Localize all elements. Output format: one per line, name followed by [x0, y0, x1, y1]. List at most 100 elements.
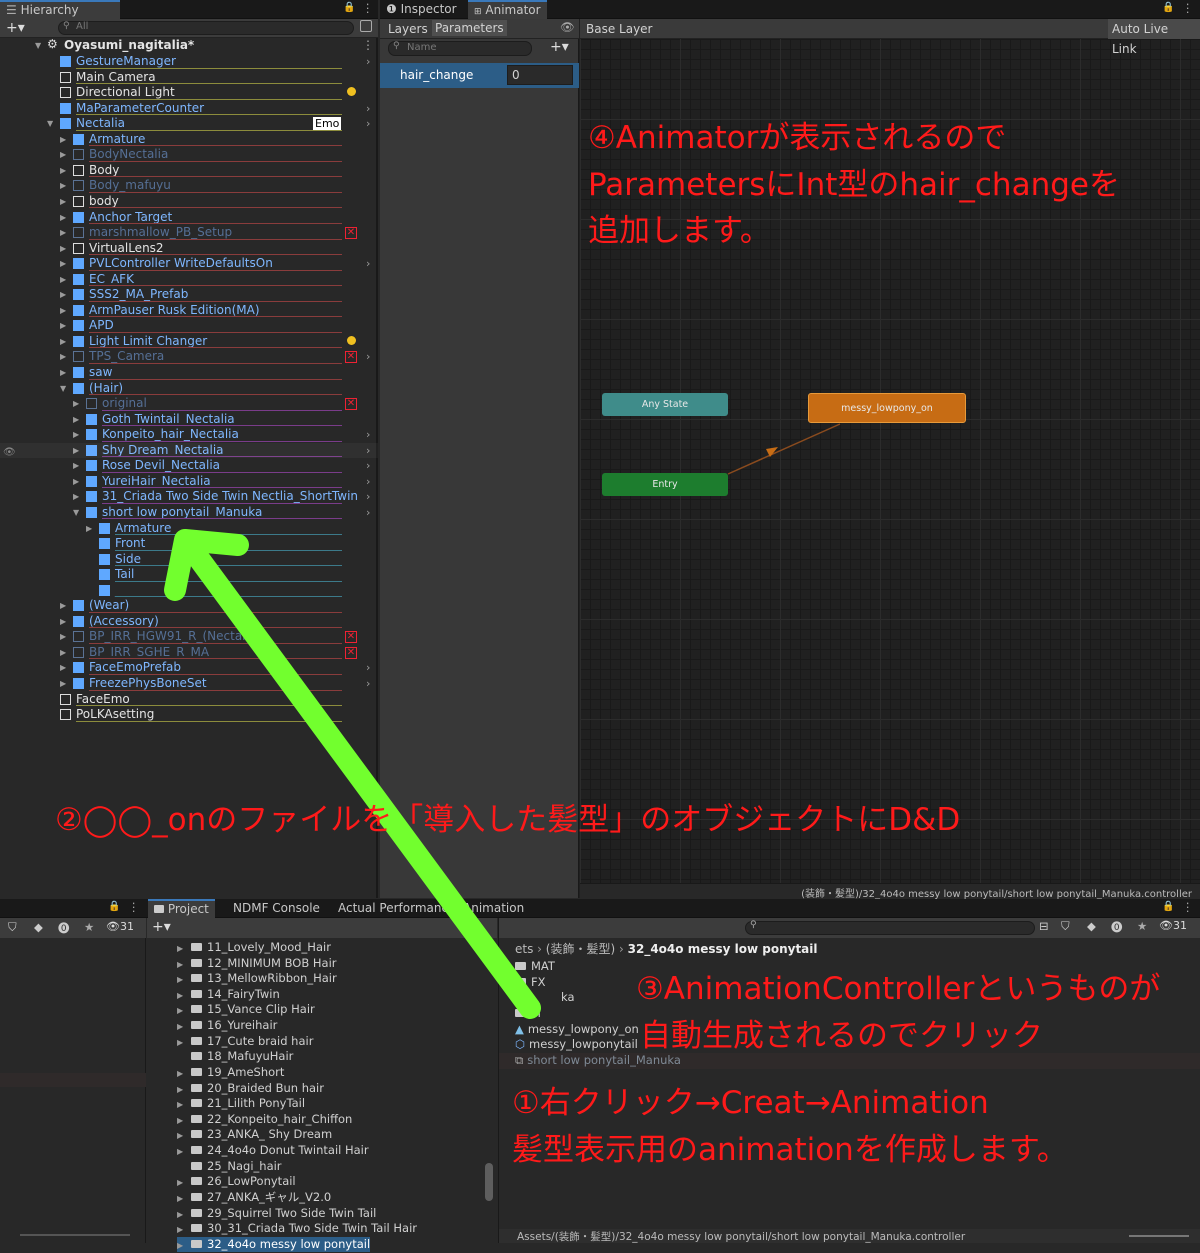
tab-hierarchy[interactable]: ☰ Hierarchy [0, 0, 120, 19]
lock-icon[interactable]: 🔒 [108, 901, 120, 912]
chevron-right-icon[interactable]: › [366, 676, 370, 692]
expand-toggle-icon[interactable]: ▶ [60, 676, 66, 692]
expand-toggle-icon[interactable]: ▶ [73, 396, 79, 412]
expand-toggle-icon[interactable]: ▶ [60, 645, 66, 661]
hierarchy-item[interactable]: ▶ saw [0, 365, 378, 381]
expand-toggle-icon[interactable]: ▶ [177, 1128, 191, 1144]
hierarchy-item[interactable]: ▶ VirtualLens2 [0, 241, 378, 257]
expand-toggle-icon[interactable]: ▼ [73, 505, 79, 521]
tab-layers[interactable]: Layers [388, 22, 428, 36]
expand-toggle-icon[interactable]: ▶ [177, 1097, 191, 1113]
hierarchy-search-input[interactable]: ⚲ All [58, 21, 354, 35]
folder-item[interactable]: ▶ 21_Lilith PonyTail [177, 1096, 305, 1112]
hierarchy-item[interactable]: ▶ Anchor Target [0, 210, 378, 226]
tab-inspector[interactable]: ❶ Inspector [380, 0, 463, 19]
warning-icon[interactable]: ⓿ [1111, 919, 1123, 935]
lock-icon[interactable]: 🔒 [1162, 2, 1174, 13]
hierarchy-item[interactable]: ▼ short low ponytail_Manuka › [0, 505, 378, 521]
hierarchy-item[interactable]: ▶ Body [0, 163, 378, 179]
expand-toggle-icon[interactable]: ▶ [60, 318, 66, 334]
expand-toggle-icon[interactable]: ▶ [60, 272, 66, 288]
hierarchy-item[interactable]: ▶ BP_IRR_HGW91_R_(NectaliaM ✕ [0, 629, 378, 645]
folder-item[interactable]: ▶ 11_Lovely_Mood_Hair [177, 940, 331, 956]
expand-toggle-icon[interactable]: ▶ [60, 614, 66, 630]
folder-item[interactable]: ▶ 32_4o4o messy low ponytail [177, 1236, 371, 1253]
parameter-row[interactable]: hair_change 0 [380, 63, 579, 88]
filter-icon[interactable]: ⛉ [1061, 919, 1070, 934]
expand-toggle-icon[interactable]: ▶ [60, 303, 66, 319]
hierarchy-item[interactable]: ▶ YureiHair_Nectalia › [0, 474, 378, 490]
expand-toggle-icon[interactable]: ▶ [60, 147, 66, 163]
expand-toggle-icon[interactable]: ▶ [177, 988, 191, 1004]
expand-toggle-icon[interactable]: ▶ [60, 210, 66, 226]
expand-toggle-icon[interactable]: ▶ [177, 1238, 191, 1253]
asset-item[interactable]: ka [515, 990, 575, 1006]
hierarchy-item[interactable]: ▶ ArmPauser Rusk Edition(MA) [0, 303, 378, 319]
folder-item[interactable]: ▶ 24_4o4o Donut Twintail Hair [177, 1143, 369, 1159]
expand-toggle-icon[interactable]: ▶ [60, 660, 66, 676]
expand-toggle-icon[interactable]: ▶ [177, 1191, 191, 1207]
expand-toggle-icon[interactable]: ▶ [60, 598, 66, 614]
expand-toggle-icon[interactable]: ▶ [177, 1113, 191, 1129]
chevron-right-icon[interactable]: › [366, 349, 370, 365]
folder-item[interactable]: 25_Nagi_hair [177, 1159, 282, 1175]
hidden-count[interactable]: 👁31 [1159, 919, 1187, 932]
hierarchy-item[interactable]: ▶ Body_mafuyu [0, 178, 378, 194]
hierarchy-item[interactable]: ▼ Nectalia Emo › [0, 116, 378, 132]
star-icon[interactable]: ★ [1137, 919, 1147, 933]
hierarchy-item[interactable]: ▶ BodyNectalia [0, 147, 378, 163]
hierarchy-item[interactable]: ▶ Goth Twintail_Nectalia [0, 412, 378, 428]
expand-toggle-icon[interactable]: ▶ [177, 1207, 191, 1223]
hierarchy-item[interactable]: ▶ original ✕ [0, 396, 378, 412]
expand-toggle-icon[interactable]: ▶ [177, 941, 191, 957]
expand-toggle-icon[interactable]: ▶ [60, 365, 66, 381]
expand-toggle-icon[interactable]: ▶ [60, 225, 66, 241]
folder-item[interactable]: ▶ 22_Konpeito_hair_Chiffon [177, 1112, 352, 1128]
search-type-icon[interactable]: ⊟ [1039, 919, 1049, 933]
asset-item[interactable]: ▲ messy_lowpony_on [515, 1022, 639, 1038]
expand-toggle-icon[interactable]: ▶ [177, 1035, 191, 1051]
folder-item[interactable]: ▶ 12_MINIMUM BOB Hair [177, 956, 337, 972]
expand-toggle-icon[interactable]: ▶ [60, 287, 66, 303]
expand-toggle-icon[interactable]: ▶ [177, 1144, 191, 1160]
asset-item[interactable]: MAT [515, 959, 555, 975]
kebab-menu-icon[interactable]: ⋮ [1182, 900, 1194, 914]
chevron-right-icon[interactable]: › [366, 660, 370, 676]
tab-project[interactable]: Project [148, 899, 215, 918]
chevron-right-icon[interactable]: › [366, 256, 370, 272]
hierarchy-item[interactable]: Side [0, 552, 378, 568]
chevron-right-icon[interactable]: › [366, 427, 370, 443]
hierarchy-item[interactable]: ▶ BP_IRR_SGHE_R_MA ✕ [0, 645, 378, 661]
folder-item[interactable]: ▶ 20_Braided Bun hair [177, 1081, 324, 1097]
hierarchy-item[interactable]: ▶ SSS2_MA_Prefab [0, 287, 378, 303]
expand-toggle-icon[interactable]: ▶ [86, 521, 92, 537]
chevron-right-icon[interactable]: › [366, 101, 370, 117]
hierarchy-item[interactable]: MaParameterCounter › [0, 101, 378, 117]
hierarchy-item[interactable]: ▼ (Hair) [0, 381, 378, 397]
kebab-menu-icon[interactable]: ⋮ [128, 900, 140, 914]
filter-icon[interactable]: ⛉ [8, 920, 17, 935]
tab-animation[interactable]: Animation [465, 899, 545, 918]
expand-toggle-icon[interactable]: ▶ [73, 427, 79, 443]
folder-item[interactable]: ▶ 17_Cute braid hair [177, 1034, 313, 1050]
expand-toggle-icon[interactable]: ▶ [60, 256, 66, 272]
asset-item[interactable]: M [515, 1006, 541, 1022]
transition-arrow[interactable] [580, 19, 1200, 619]
root-kebab-icon[interactable]: ⋮ [362, 38, 374, 54]
hierarchy-item[interactable]: ▶ APD [0, 318, 378, 334]
expand-toggle-icon[interactable]: ▶ [60, 629, 66, 645]
hierarchy-item[interactable]: ▶ 31_Criada Two Side Twin Nectlia_ShortTw… [0, 489, 378, 505]
chevron-right-icon[interactable]: › [366, 54, 370, 70]
kebab-menu-icon[interactable]: ⋮ [1182, 1, 1194, 15]
expand-toggle-icon[interactable]: ▶ [60, 132, 66, 148]
hierarchy-item[interactable]: Main Camera [0, 70, 378, 86]
tag-icon[interactable]: ◆ [34, 920, 43, 934]
hidden-count[interactable]: 👁31 [106, 920, 134, 933]
folder-item[interactable]: ▶ 16_Yureihair [177, 1018, 277, 1034]
expand-toggle-icon[interactable]: ▶ [60, 163, 66, 179]
lock-icon[interactable]: 🔒 [343, 2, 355, 13]
expand-toggle-icon[interactable]: ▼ [47, 116, 53, 132]
left-slider[interactable] [20, 1234, 130, 1236]
asset-search-input[interactable]: ⚲ [745, 920, 1035, 935]
expand-toggle-icon[interactable]: ▶ [73, 458, 79, 474]
